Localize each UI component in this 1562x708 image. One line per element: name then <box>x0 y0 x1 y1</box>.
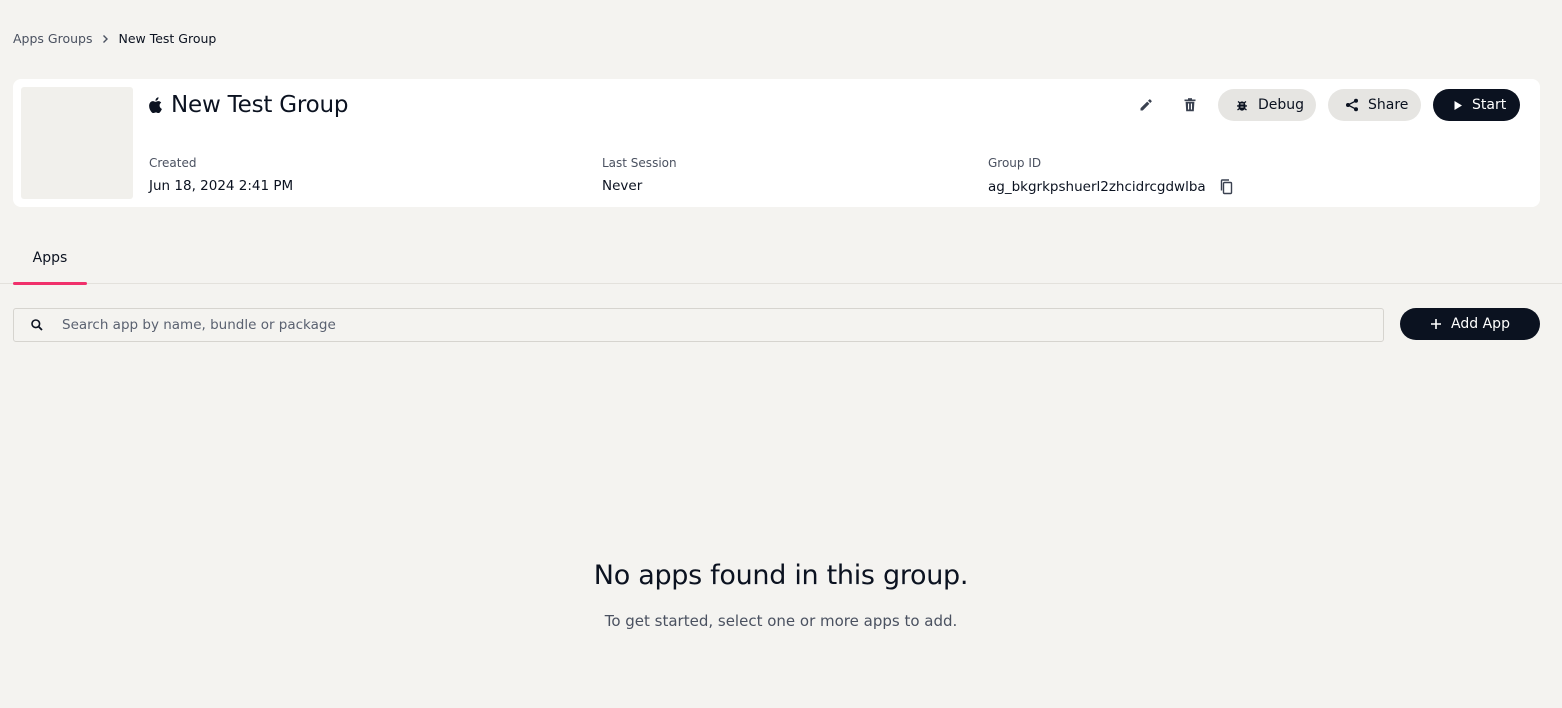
breadcrumb-apps-groups-link[interactable]: Apps Groups <box>13 31 92 46</box>
search-icon <box>30 318 44 332</box>
delete-button[interactable] <box>1174 89 1206 121</box>
tab-apps[interactable]: Apps <box>13 237 87 285</box>
last-session-field: Last Session Never <box>602 156 677 194</box>
created-label: Created <box>149 156 197 170</box>
pencil-icon <box>1139 98 1153 112</box>
play-icon <box>1453 100 1463 111</box>
header-actions: Debug Share Start <box>1130 89 1520 121</box>
edit-button[interactable] <box>1130 89 1162 121</box>
copy-icon[interactable] <box>1218 178 1236 196</box>
start-label: Start <box>1472 97 1507 113</box>
breadcrumb-current: New Test Group <box>118 31 217 46</box>
group-id-label: Group ID <box>988 156 1042 170</box>
tab-active-indicator <box>13 282 87 285</box>
bug-icon <box>1235 98 1249 112</box>
app-search-box <box>13 308 1384 342</box>
share-icon <box>1345 98 1359 112</box>
add-app-label: Add App <box>1451 316 1510 332</box>
share-label: Share <box>1368 97 1409 113</box>
group-title: New Test Group <box>171 92 349 118</box>
group-thumbnail <box>21 87 133 199</box>
search-input[interactable] <box>62 309 1362 341</box>
debug-label: Debug <box>1258 97 1305 113</box>
breadcrumb: Apps Groups New Test Group <box>13 31 216 46</box>
group-id-row: ag_bkgrkpshuerl2zhcidrcgdwlba <box>988 178 1236 196</box>
created-value: Jun 18, 2024 2:41 PM <box>149 178 294 194</box>
group-id-field: Group ID ag_bkgrkpshuerl2zhcidrcgdwlba <box>988 156 1236 196</box>
plus-icon <box>1430 318 1442 330</box>
empty-state-subtitle: To get started, select one or more apps … <box>604 612 958 630</box>
group-title-row: New Test Group <box>149 91 349 119</box>
debug-button[interactable]: Debug <box>1218 89 1316 121</box>
last-session-label: Last Session <box>602 156 677 170</box>
group-header-card: New Test Group Created Jun 18, 2024 2:41… <box>13 79 1540 207</box>
share-button[interactable]: Share <box>1328 89 1421 121</box>
chevron-right-icon <box>100 34 110 44</box>
group-id-value: ag_bkgrkpshuerl2zhcidrcgdwlba <box>988 179 1206 195</box>
trash-icon <box>1184 98 1196 112</box>
add-app-button[interactable]: Add App <box>1400 308 1540 340</box>
tab-apps-label: Apps <box>32 250 68 266</box>
created-field: Created Jun 18, 2024 2:41 PM <box>149 156 293 194</box>
empty-state-title: No apps found in this group. <box>593 560 969 591</box>
start-button[interactable]: Start <box>1433 89 1520 121</box>
tab-bar: Apps <box>0 237 1562 285</box>
apple-icon <box>149 97 163 113</box>
last-session-value: Never <box>602 178 643 194</box>
